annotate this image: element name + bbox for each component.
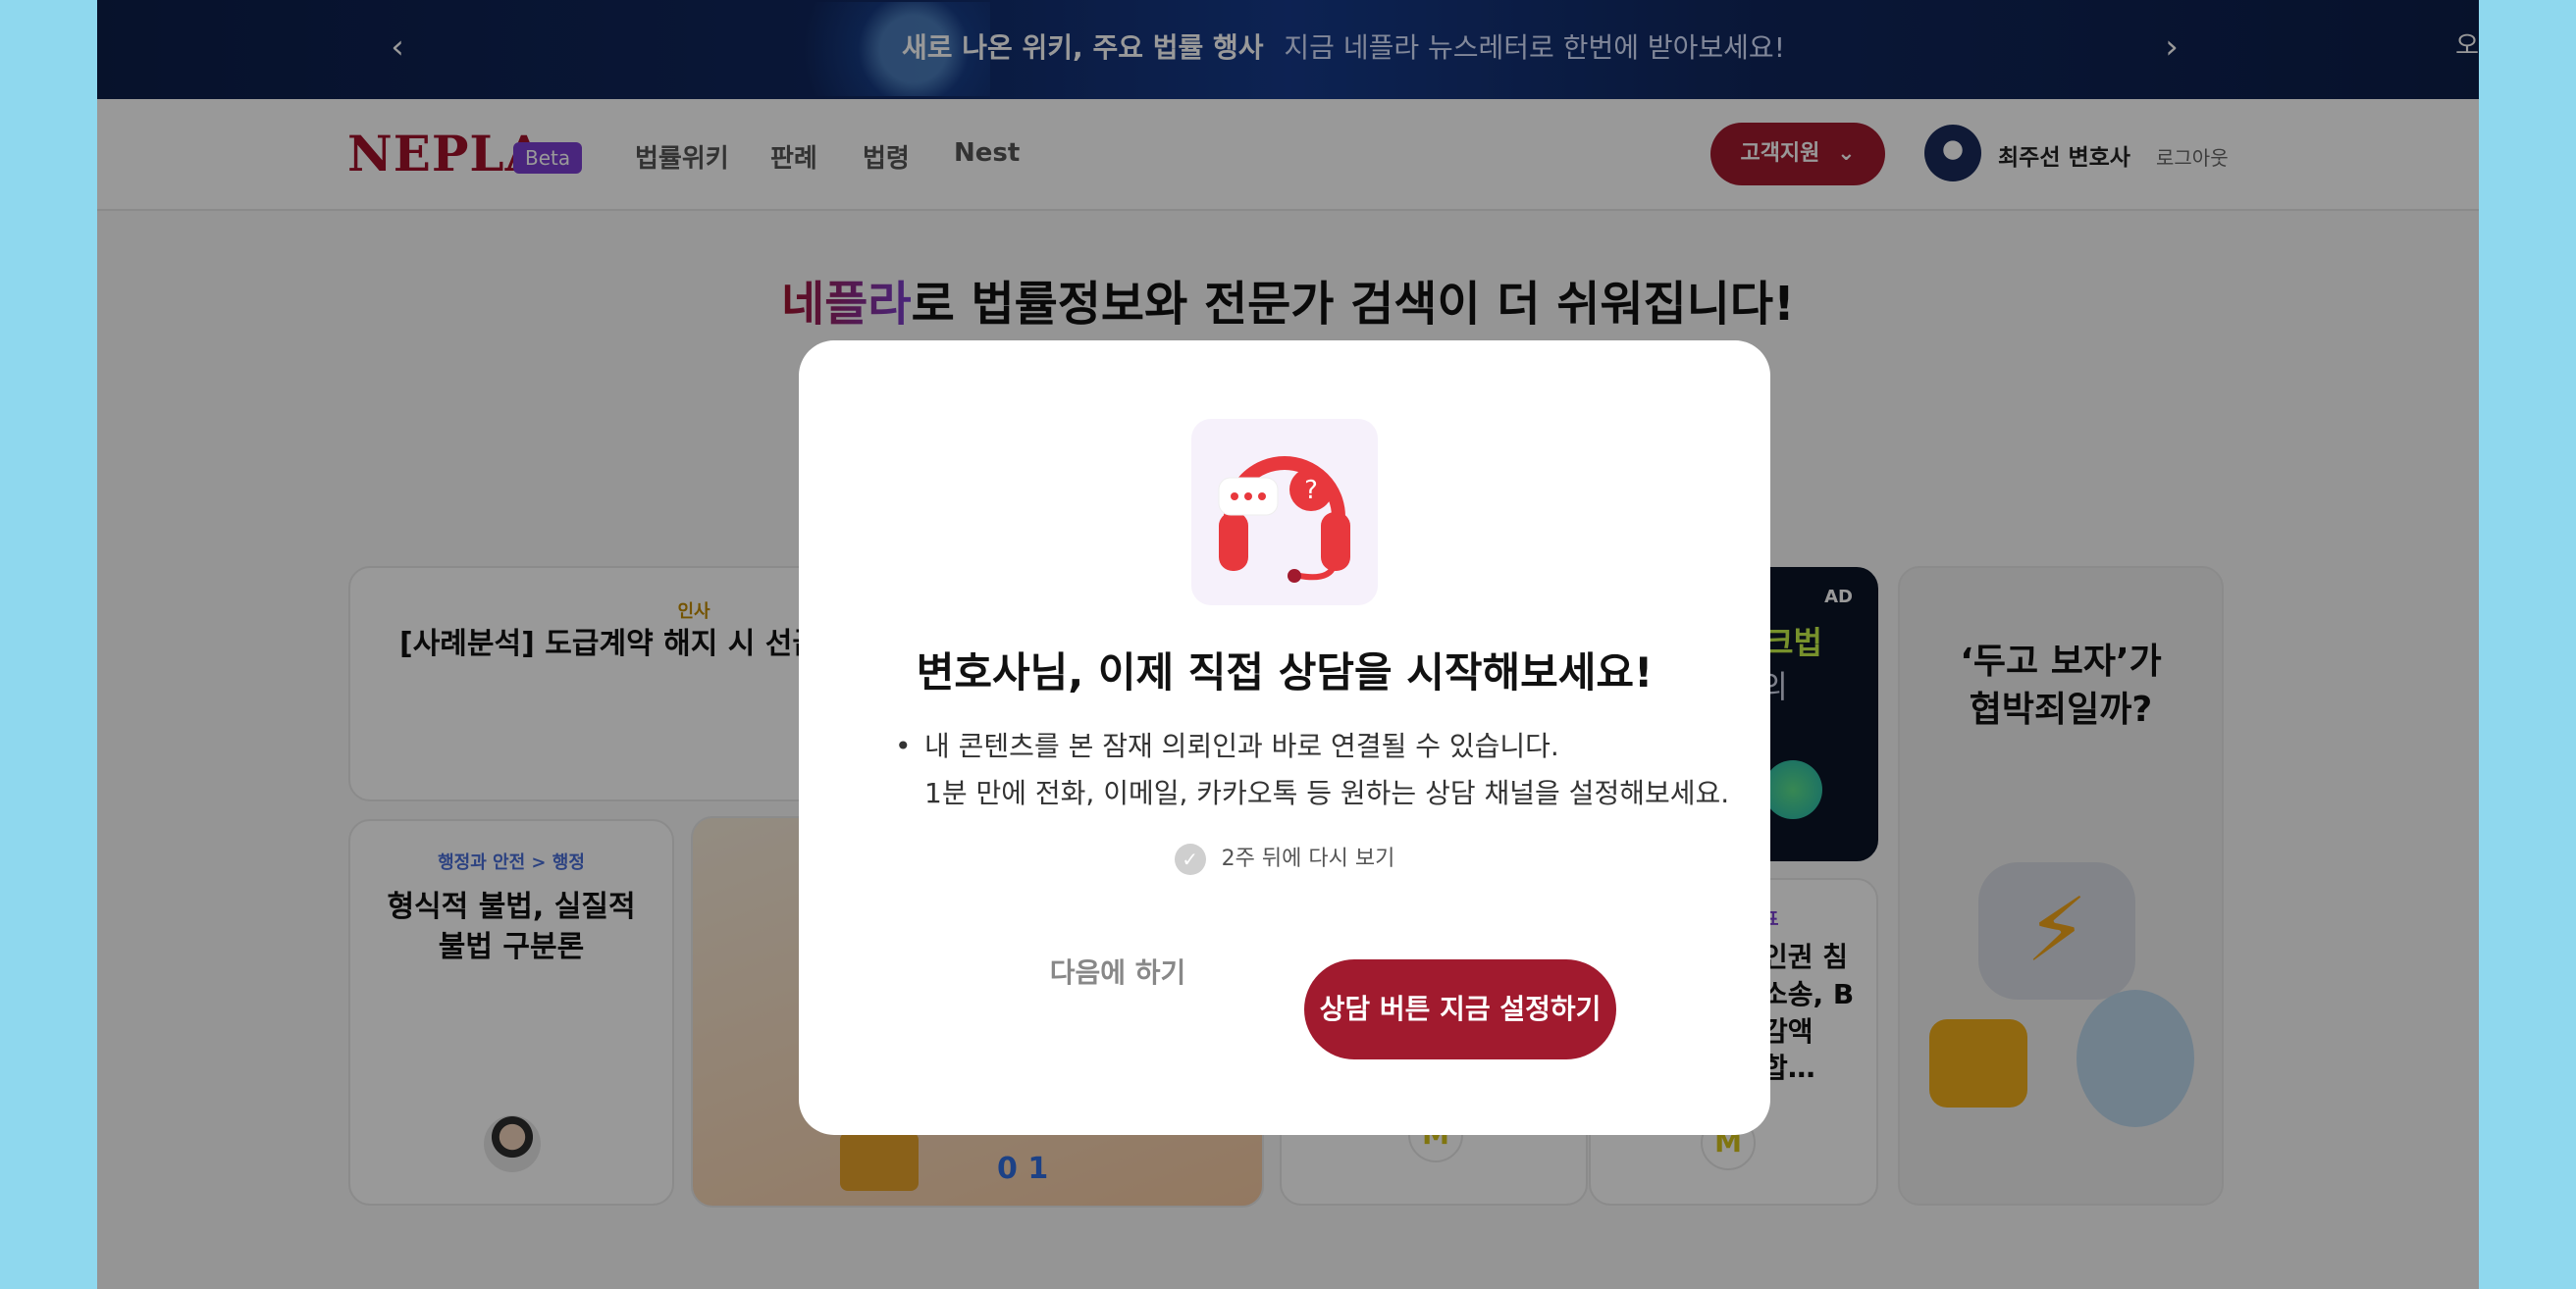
modal-overlay: ? 변호사님, 이제 직접 상담을 시작해보세요! • 내 콘텐츠를 본 잠재 의… — [97, 0, 2479, 1289]
remind-later-checkbox[interactable]: ✓ 2주 뒤에 다시 보기 — [799, 841, 1770, 875]
consult-modal: ? 변호사님, 이제 직접 상담을 시작해보세요! • 내 콘텐츠를 본 잠재 의… — [799, 340, 1770, 1135]
remind-later-label: 2주 뒤에 다시 보기 — [1221, 847, 1395, 871]
check-icon[interactable]: ✓ — [1174, 844, 1206, 875]
later-button[interactable]: 다음에 하기 — [1020, 944, 1216, 1003]
modal-bullet-cont: 1분 만에 전화, 이메일, 카카오톡 등 원하는 상담 채널을 설정해보세요. — [895, 770, 1729, 817]
modal-line-1: 내 콘텐츠를 본 잠재 의뢰인과 바로 연결될 수 있습니다. — [924, 730, 1559, 762]
modal-line-2: 1분 만에 전화, 이메일, 카카오톡 등 원하는 상담 채널을 설정해보세요. — [924, 777, 1730, 809]
bullet-icon: • — [895, 730, 912, 762]
headset-icon: ? — [1191, 419, 1378, 605]
svg-text:?: ? — [1304, 476, 1318, 505]
modal-body: • 내 콘텐츠를 본 잠재 의뢰인과 바로 연결될 수 있습니다. 1분 만에 전… — [895, 723, 1729, 817]
modal-title: 변호사님, 이제 직접 상담을 시작해보세요! — [916, 648, 1654, 696]
modal-bullet: • 내 콘텐츠를 본 잠재 의뢰인과 바로 연결될 수 있습니다. — [895, 723, 1680, 770]
setup-consult-button[interactable]: 상담 버튼 지금 설정하기 — [1304, 959, 1616, 1059]
